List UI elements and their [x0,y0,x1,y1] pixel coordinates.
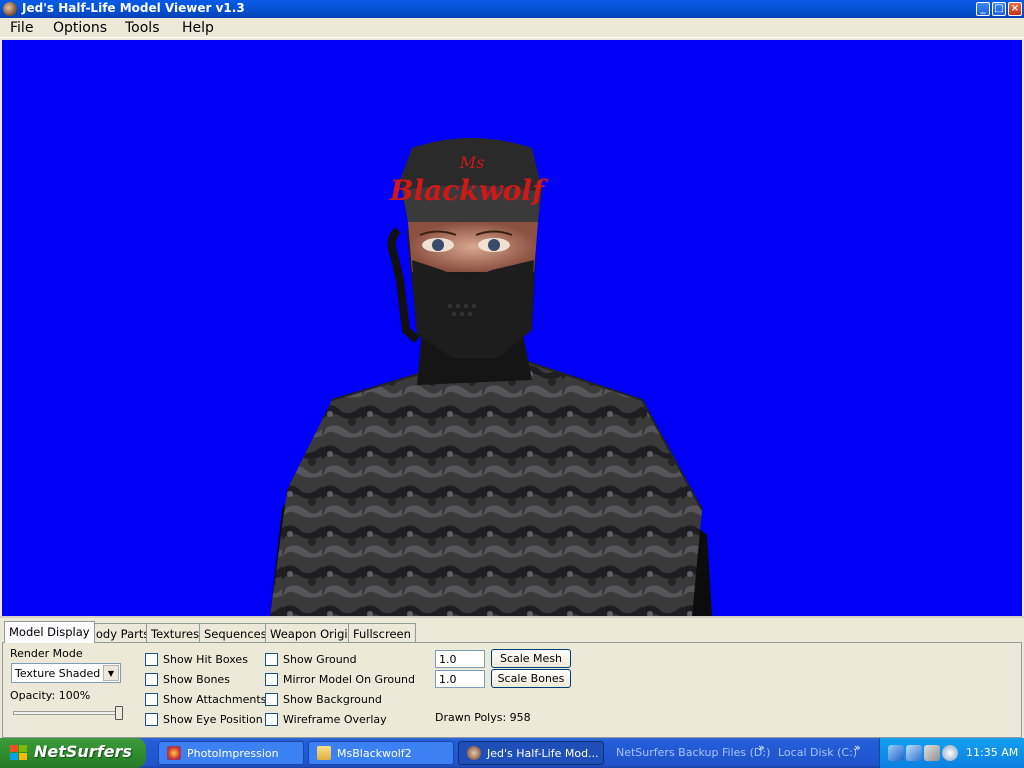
render-mode-select[interactable]: Texture Shaded ▼ [11,663,121,683]
wireframe-overlay-label: Wireframe Overlay [283,713,387,726]
chevron-icon[interactable]: » [854,741,861,754]
model-display-page: Render Mode Texture Shaded ▼ Opacity: 10… [2,642,1022,738]
render-mode-label: Render Mode [10,647,83,660]
tab-textures[interactable]: Textures [146,623,205,642]
show-background-checkbox[interactable] [265,693,278,706]
scale-bones-input[interactable]: 1.0 [435,670,485,688]
taskbar: NetSurfers PhotoImpression MsBlackwolf2 … [0,738,1024,768]
task-photoimpression[interactable]: PhotoImpression [158,741,304,765]
show-ground-label: Show Ground [283,653,357,666]
scale-mesh-button[interactable]: Scale Mesh [491,649,571,668]
network-connections-icon[interactable] [906,745,922,761]
mirror-model-checkbox[interactable] [265,673,278,686]
window-title: Jed's Half-Life Model Viewer v1.3 [22,1,245,15]
cap-text-2: Blackwolf [389,174,549,207]
toolbar-local-disk[interactable]: Local Disk (C:) [778,746,857,759]
menu-file[interactable]: File [8,20,35,36]
menu-help[interactable]: Help [180,20,216,36]
show-bones-checkbox[interactable] [145,673,158,686]
scale-mesh-input[interactable]: 1.0 [435,650,485,668]
title-bar[interactable]: Jed's Half-Life Model Viewer v1.3 _ □ × [0,0,1024,18]
show-bones-label: Show Bones [163,673,230,686]
control-panel: Model Display Body Parts Textures Sequen… [0,616,1024,738]
show-hit-boxes-label: Show Hit Boxes [163,653,248,666]
scale-bones-button[interactable]: Scale Bones [491,669,571,688]
show-attachments-label: Show Attachments [163,693,267,706]
model-viewport[interactable]: Ms Blackwolf [2,40,1022,616]
show-eye-position-checkbox[interactable] [145,713,158,726]
system-tray: 11:35 AM [879,738,1024,768]
show-attachments-checkbox[interactable] [145,693,158,706]
photoimpression-icon [167,746,181,760]
menu-bar: File Options Tools Help [0,18,1024,38]
task-label: Jed's Half-Life Mod... [487,747,599,760]
opacity-slider-track[interactable] [13,711,121,715]
render-mode-value: Texture Shaded [15,667,101,680]
network-icon[interactable] [888,745,904,761]
tab-fullscreen[interactable]: Fullscreen [348,623,416,642]
drawn-polys-label: Drawn Polys: 958 [435,711,531,724]
maximize-button[interactable]: □ [992,2,1006,16]
show-background-label: Show Background [283,693,382,706]
cap-text-1: Ms [459,153,485,172]
chevron-icon[interactable]: » [758,741,765,754]
folder-icon [317,746,331,760]
model-render: Ms Blackwolf [270,138,712,616]
opacity-slider-thumb[interactable] [115,706,123,720]
mirror-model-label: Mirror Model On Ground [283,673,416,686]
tab-weapon-origin[interactable]: Weapon Origin [265,623,360,642]
show-hit-boxes-checkbox[interactable] [145,653,158,666]
start-label: NetSurfers [34,742,132,761]
wireframe-overlay-checkbox[interactable] [265,713,278,726]
display-icon[interactable] [924,745,940,761]
start-button[interactable]: NetSurfers [0,738,146,768]
opacity-label: Opacity: 100% [10,689,91,702]
task-hlmv[interactable]: Jed's Half-Life Mod... [458,741,604,765]
menu-tools[interactable]: Tools [123,20,162,36]
menu-options[interactable]: Options [51,20,109,36]
minimize-button[interactable]: _ [976,2,990,16]
close-button[interactable]: × [1008,2,1022,16]
speaker-icon[interactable] [942,745,958,761]
show-ground-checkbox[interactable] [265,653,278,666]
windows-flag-icon [10,745,28,761]
task-msblackwolf2[interactable]: MsBlackwolf2 [308,741,454,765]
show-eye-position-label: Show Eye Position [163,713,263,726]
app-icon[interactable] [3,2,17,16]
task-label: PhotoImpression [187,747,279,760]
tab-sequences[interactable]: Sequences [199,623,272,642]
tab-model-display[interactable]: Model Display [4,621,95,643]
task-label: MsBlackwolf2 [337,747,412,760]
chevron-down-icon[interactable]: ▼ [103,665,119,681]
toolbar-netsurfers-backup[interactable]: NetSurfers Backup Files (D:) [616,746,770,759]
clock[interactable]: 11:35 AM [966,746,1018,759]
hlmv-icon [467,746,481,760]
